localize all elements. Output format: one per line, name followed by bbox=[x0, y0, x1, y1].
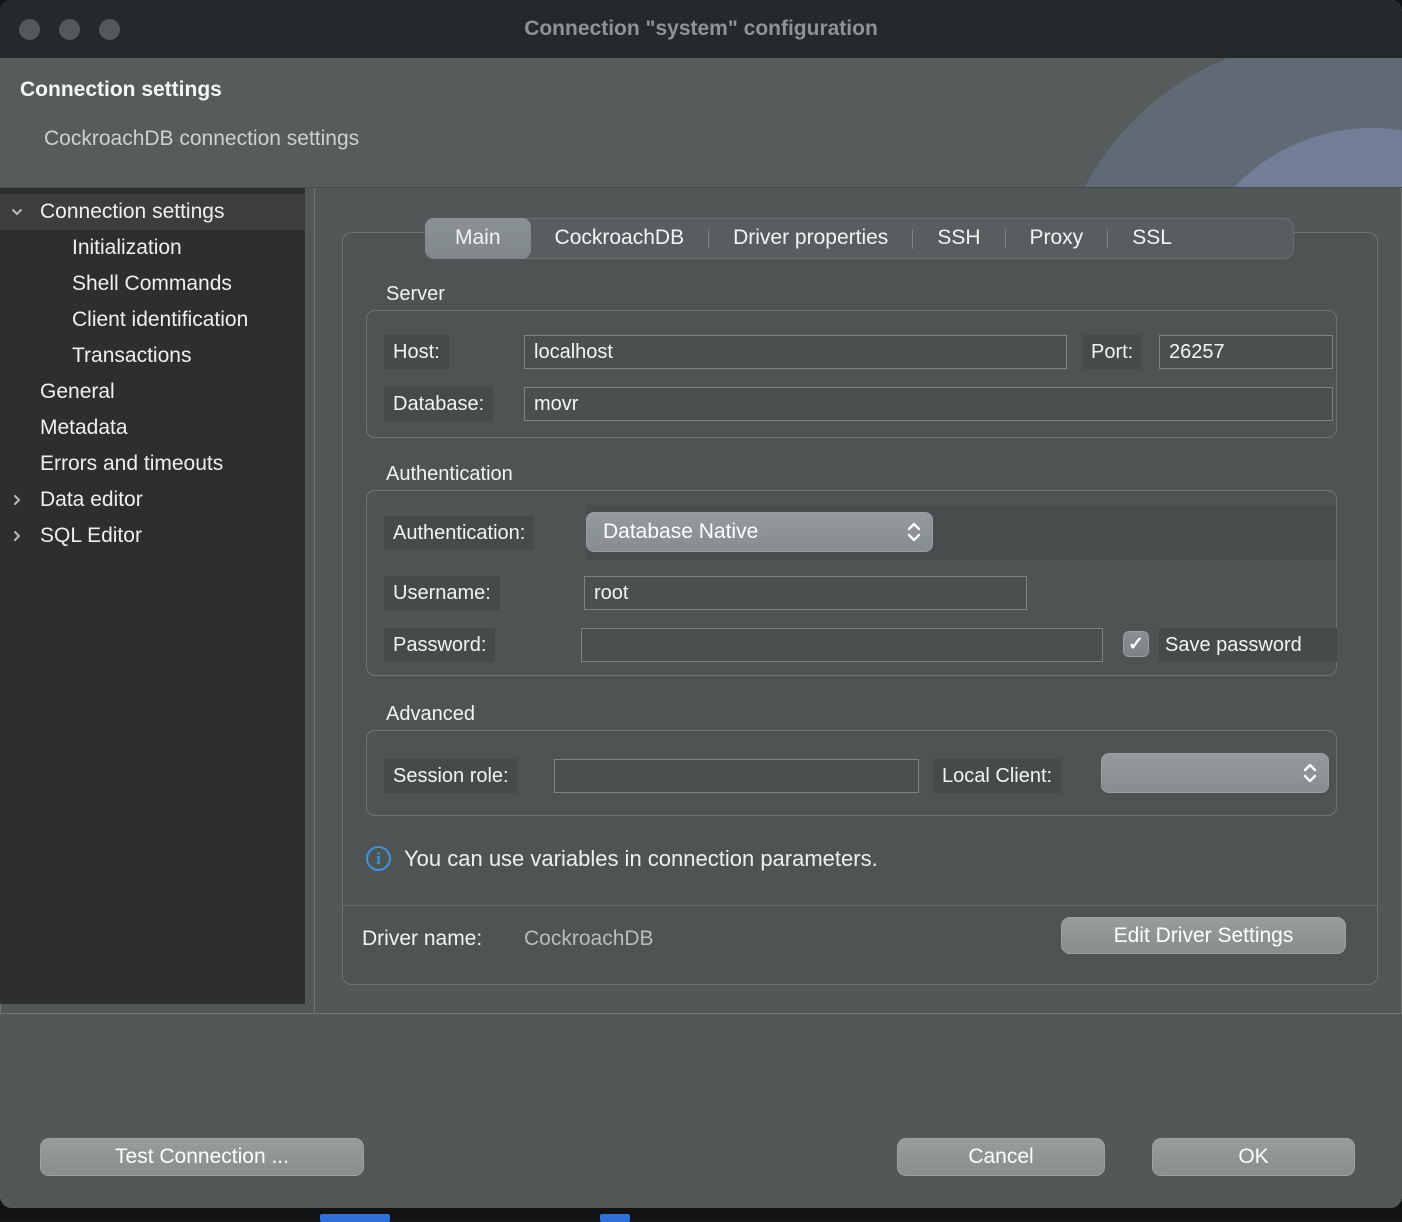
title-bar: Connection "system" configuration bbox=[0, 0, 1402, 58]
tree-item-label: Metadata bbox=[0, 416, 128, 439]
tree-item-client-identification[interactable]: Client identification bbox=[0, 302, 305, 338]
settings-tree: Connection settings Initialization Shell… bbox=[0, 188, 305, 1004]
tab-driver-properties[interactable]: Driver properties bbox=[709, 218, 912, 259]
session-role-label: Session role: bbox=[384, 759, 518, 793]
chevron-down-icon[interactable] bbox=[10, 205, 24, 219]
tree-item-metadata[interactable]: Metadata bbox=[0, 410, 305, 446]
dialog-footer: Test Connection ... Cancel OK bbox=[0, 1014, 1402, 1208]
save-password-checkbox[interactable]: ✓ bbox=[1123, 631, 1149, 657]
authentication-selected-value: Database Native bbox=[603, 520, 906, 544]
database-label: Database: bbox=[384, 387, 493, 421]
database-input[interactable] bbox=[524, 387, 1333, 421]
background-window-fragment bbox=[600, 1214, 630, 1222]
tree-item-initialization[interactable]: Initialization bbox=[0, 230, 305, 266]
connection-configuration-dialog: Connection "system" configuration Connec… bbox=[0, 0, 1402, 1208]
local-client-label: Local Client: bbox=[933, 759, 1061, 793]
window-title: Connection "system" configuration bbox=[0, 0, 1402, 58]
tree-item-transactions[interactable]: Transactions bbox=[0, 338, 305, 374]
driver-name-label: Driver name: bbox=[362, 927, 482, 951]
test-connection-button[interactable]: Test Connection ... bbox=[40, 1138, 364, 1176]
updown-chevron-icon bbox=[906, 520, 922, 544]
host-label: Host: bbox=[384, 335, 449, 369]
username-input[interactable] bbox=[584, 576, 1027, 610]
tree-item-connection-settings[interactable]: Connection settings bbox=[0, 194, 305, 230]
page-subtitle: CockroachDB connection settings bbox=[44, 127, 359, 151]
tab-ssl[interactable]: SSL bbox=[1108, 218, 1196, 259]
cancel-button[interactable]: Cancel bbox=[897, 1138, 1105, 1176]
local-client-select[interactable] bbox=[1101, 753, 1329, 793]
password-input[interactable] bbox=[581, 628, 1103, 662]
tree-item-general[interactable]: General bbox=[0, 374, 305, 410]
ok-button[interactable]: OK bbox=[1152, 1138, 1355, 1176]
advanced-group-title: Advanced bbox=[386, 703, 475, 726]
page-title: Connection settings bbox=[20, 78, 222, 102]
updown-chevron-icon bbox=[1302, 761, 1318, 785]
port-label: Port: bbox=[1082, 335, 1142, 369]
tree-item-label: Client identification bbox=[0, 308, 248, 331]
background-window-fragment bbox=[320, 1214, 390, 1222]
tab-proxy[interactable]: Proxy bbox=[1006, 218, 1108, 259]
tree-item-shell-commands[interactable]: Shell Commands bbox=[0, 266, 305, 302]
port-input[interactable] bbox=[1159, 335, 1333, 369]
tree-item-label: Connection settings bbox=[0, 200, 224, 223]
chevron-right-icon[interactable] bbox=[10, 529, 24, 543]
pane-divider-vertical[interactable] bbox=[314, 188, 315, 1013]
password-label: Password: bbox=[384, 628, 495, 662]
variables-hint-text: You can use variables in connection para… bbox=[404, 846, 878, 872]
tab-cockroachdb[interactable]: CockroachDB bbox=[531, 218, 709, 259]
panel-separator bbox=[343, 905, 1377, 906]
chevron-right-icon[interactable] bbox=[10, 493, 24, 507]
session-role-input[interactable] bbox=[554, 759, 919, 793]
authentication-label: Authentication: bbox=[384, 516, 534, 550]
tree-item-label: General bbox=[0, 380, 115, 403]
server-group-title: Server bbox=[386, 283, 445, 306]
host-input[interactable] bbox=[524, 335, 1067, 369]
save-password-label: Save password bbox=[1159, 628, 1337, 662]
username-label: Username: bbox=[384, 576, 500, 610]
tree-item-errors-and-timeouts[interactable]: Errors and timeouts bbox=[0, 446, 305, 482]
main-tab-panel: Server Host: Port: Database: Authenticat… bbox=[342, 232, 1378, 985]
edit-driver-settings-button[interactable]: Edit Driver Settings bbox=[1061, 917, 1346, 954]
tree-item-label: Transactions bbox=[0, 344, 191, 367]
connection-tabs: Main CockroachDB Driver properties SSH P… bbox=[425, 218, 1294, 259]
info-icon: i bbox=[366, 846, 391, 871]
tree-item-label: Shell Commands bbox=[0, 272, 232, 295]
tab-main[interactable]: Main bbox=[425, 218, 531, 259]
authentication-group-title: Authentication bbox=[386, 463, 513, 486]
tree-item-label: Errors and timeouts bbox=[0, 452, 223, 475]
tab-ssh[interactable]: SSH bbox=[913, 218, 1004, 259]
dialog-header: Connection settings CockroachDB connecti… bbox=[0, 58, 1402, 188]
driver-name-value: CockroachDB bbox=[524, 927, 654, 951]
authentication-select[interactable]: Database Native bbox=[586, 512, 933, 552]
tree-item-sql-editor[interactable]: SQL Editor bbox=[0, 518, 305, 554]
tree-item-data-editor[interactable]: Data editor bbox=[0, 482, 305, 518]
tree-item-label: Initialization bbox=[0, 236, 182, 259]
